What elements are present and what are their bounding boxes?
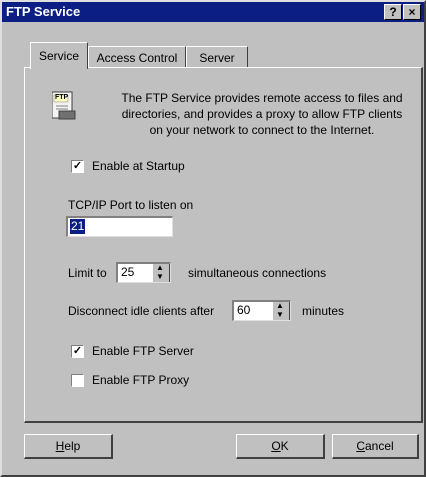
idle-suffix: minutes xyxy=(302,304,345,318)
close-icon: × xyxy=(408,5,416,19)
tab-service[interactable]: Service xyxy=(30,42,88,69)
port-input[interactable]: 21 xyxy=(66,216,173,237)
tab-server[interactable]: Server xyxy=(186,46,248,69)
ftp-document-icon: FTP xyxy=(51,90,76,120)
help-button[interactable]: Help xyxy=(24,434,113,459)
cancel-label-rest: ancel xyxy=(364,439,394,453)
tab-access-control[interactable]: Access Control xyxy=(88,46,186,69)
enable-startup-label: Enable at Startup xyxy=(92,159,185,173)
limit-suffix: simultaneous connections xyxy=(188,266,327,280)
help-label-rest: elp xyxy=(64,439,81,453)
enable-startup-checkbox[interactable]: ✓ xyxy=(71,160,84,173)
service-description: The FTP Service provides remote access t… xyxy=(121,91,403,137)
idle-spinner[interactable]: 60 ▲ ▼ xyxy=(232,300,291,321)
ok-button[interactable]: OK xyxy=(236,434,325,459)
limit-prefix: Limit to xyxy=(68,266,107,280)
tab-label: Server xyxy=(199,51,235,65)
limit-value: 25 xyxy=(121,265,135,279)
help-title-button[interactable]: ? xyxy=(384,4,402,20)
spin-up-icon[interactable]: ▲ xyxy=(276,301,284,310)
spin-down-icon[interactable]: ▼ xyxy=(276,310,284,319)
title-bar[interactable]: FTP Service ? × xyxy=(2,2,424,22)
ftp-service-dialog: FTP Service ? × Service Access Control S… xyxy=(0,0,426,477)
enable-ftp-proxy-label: Enable FTP Proxy xyxy=(92,373,190,387)
spin-up-icon[interactable]: ▲ xyxy=(156,263,164,272)
enable-ftp-server-label: Enable FTP Server xyxy=(92,344,194,358)
enable-ftp-server-checkbox[interactable]: ✓ xyxy=(71,345,84,358)
window-title: FTP Service xyxy=(6,4,81,19)
spin-down-icon[interactable]: ▼ xyxy=(156,272,164,281)
cancel-button[interactable]: Cancel xyxy=(332,434,419,459)
idle-spin-buttons[interactable]: ▲ ▼ xyxy=(272,301,290,320)
enable-ftp-proxy-checkbox[interactable] xyxy=(71,374,84,387)
check-icon: ✓ xyxy=(72,345,83,357)
ok-hotkey: O xyxy=(271,439,281,453)
check-icon: ✓ xyxy=(72,160,83,172)
ok-label-rest: K xyxy=(280,439,289,453)
port-value: 21 xyxy=(70,219,86,234)
limit-spin-buttons[interactable]: ▲ ▼ xyxy=(152,263,170,282)
tab-label: Access Control xyxy=(96,51,178,65)
icon-text: FTP xyxy=(55,94,69,101)
question-icon: ? xyxy=(389,5,397,19)
port-label: TCP/IP Port to listen on xyxy=(68,198,194,212)
tab-label: Service xyxy=(38,49,79,63)
idle-prefix: Disconnect idle clients after xyxy=(68,304,215,318)
idle-value: 60 xyxy=(237,303,251,317)
close-title-button[interactable]: × xyxy=(403,4,421,20)
limit-spinner[interactable]: 25 ▲ ▼ xyxy=(116,262,171,283)
cancel-hotkey: C xyxy=(356,439,365,453)
